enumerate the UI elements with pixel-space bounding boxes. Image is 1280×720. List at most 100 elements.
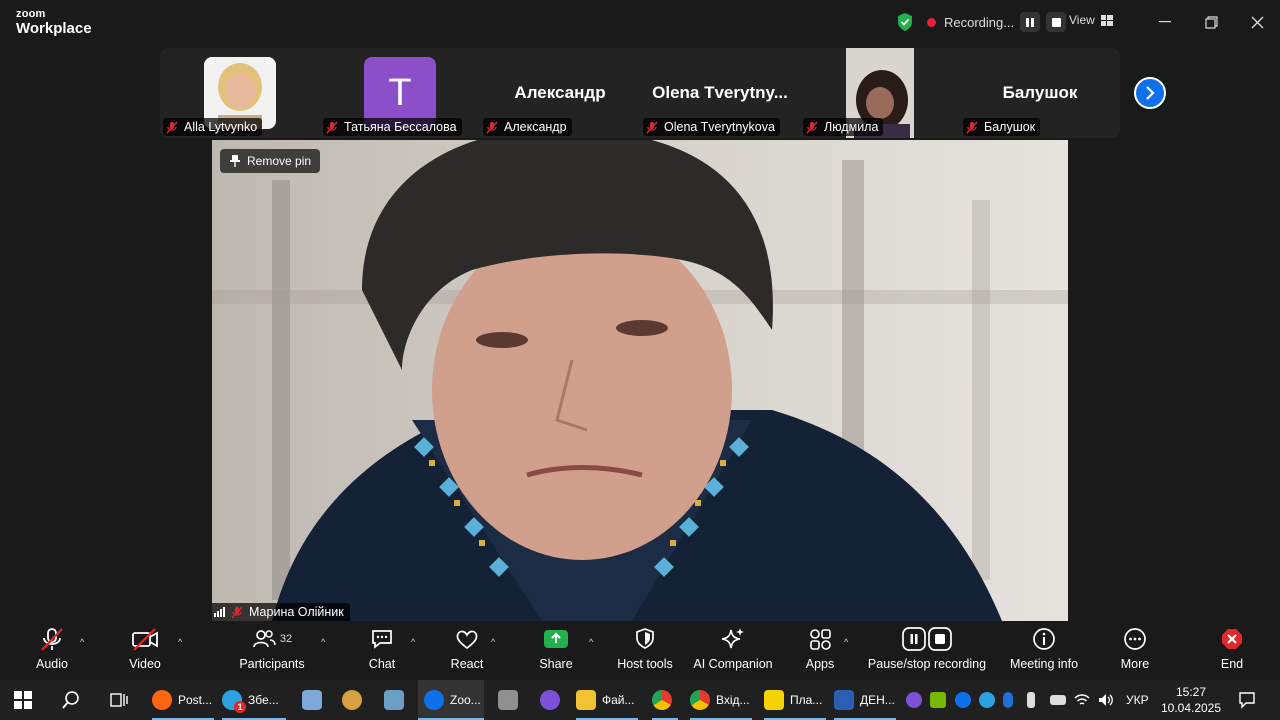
taskbar-app[interactable] (498, 680, 524, 720)
taskbar-app[interactable] (384, 680, 410, 720)
participants-button[interactable]: 32 Participants (239, 621, 305, 680)
participant-big-name: Александр (514, 83, 606, 102)
taskbar-app[interactable] (540, 680, 566, 720)
muted-mic-icon (806, 121, 818, 133)
pause-stop-recording-button[interactable]: Pause/stop recording (866, 621, 988, 680)
participant-tile[interactable]: Балушок Балушок (960, 48, 1120, 138)
participants-count: 32 (279, 633, 293, 645)
system-clock[interactable]: 15:27 10.04.2025 (1158, 684, 1224, 716)
muted-microphone-icon (41, 628, 63, 651)
taskbar-app-label: ДЕН... (860, 693, 895, 707)
apps-options-caret-icon[interactable]: ^ (844, 637, 848, 647)
end-meeting-button[interactable]: End (1218, 621, 1246, 680)
speaker-name: Марина Олійник (249, 605, 344, 619)
clock-time: 15:27 (1175, 685, 1207, 699)
nvidia-tray-icon[interactable] (930, 692, 946, 708)
muted-mic-icon (326, 121, 338, 133)
participant-label: Татьяна Бессалова (323, 118, 462, 136)
host-tools-button[interactable]: Host tools (615, 621, 675, 680)
close-icon (1251, 16, 1263, 28)
taskbar-app[interactable] (652, 680, 678, 720)
taskbar-app[interactable]: 1 Збе... (222, 680, 286, 720)
viber-icon (540, 690, 560, 710)
video-button[interactable]: Video (126, 621, 164, 680)
heart-icon (456, 630, 478, 650)
participant-name: Людмила (824, 120, 879, 134)
more-label: More (1120, 657, 1150, 671)
title-bar: zoom Workplace Recording... View (0, 0, 1280, 44)
battery-icon[interactable] (1050, 695, 1066, 705)
zoom-tray-icon[interactable] (955, 692, 971, 708)
minimize-button[interactable] (1153, 10, 1177, 34)
meeting-info-button[interactable]: Meeting info (1006, 621, 1082, 680)
task-view-button[interactable] (110, 680, 128, 720)
security-shield-icon[interactable] (896, 12, 914, 32)
zoom-logo: zoom Workplace (16, 9, 92, 37)
muted-mic-icon (486, 121, 498, 133)
active-speaker-video (212, 140, 1068, 621)
ai-companion-button[interactable]: AI Companion (692, 621, 774, 680)
share-options-caret-icon[interactable]: ^ (589, 637, 593, 647)
clock-date: 10.04.2025 (1160, 701, 1222, 715)
share-button[interactable]: Share (538, 621, 574, 680)
volume-icon[interactable] (1098, 692, 1114, 708)
minimize-icon (1159, 21, 1171, 23)
wifi-icon[interactable] (1074, 692, 1090, 708)
chrome-icon (652, 690, 672, 710)
participant-name: Балушок (984, 120, 1036, 134)
stop-recording-button[interactable] (1046, 12, 1067, 32)
participant-big-name: Olena Tverytny... (652, 83, 788, 102)
taskbar-app-label: Збе... (248, 693, 279, 707)
video-options-caret-icon[interactable]: ^ (178, 637, 182, 647)
video-label: Video (129, 657, 161, 671)
taskbar-app[interactable]: Пла... (764, 680, 826, 720)
restore-button[interactable] (1199, 10, 1223, 34)
apps-button[interactable]: Apps (804, 621, 836, 680)
close-window-button[interactable] (1245, 10, 1269, 34)
taskbar-app[interactable]: Post... (152, 680, 214, 720)
next-participants-button[interactable] (1134, 77, 1166, 109)
telegram-tray-icon[interactable] (979, 692, 995, 708)
react-button[interactable]: React (449, 621, 485, 680)
muted-mic-icon (646, 121, 658, 133)
participant-tile[interactable]: Olena Tverytny... Olena Tverytnykova (640, 48, 800, 138)
audio-label: Audio (36, 657, 68, 671)
grid-view-icon (1100, 14, 1113, 26)
participant-tile[interactable]: T Татьяна Бессалова (320, 48, 480, 138)
search-button[interactable] (62, 680, 80, 720)
participant-label: Alla Lytvynko (163, 118, 263, 136)
taskbar-app[interactable]: ДЕН... (834, 680, 896, 720)
file-explorer-icon (576, 690, 596, 710)
participants-options-caret-icon[interactable]: ^ (321, 637, 325, 647)
pause-recording-button[interactable] (1020, 12, 1041, 32)
participant-tile[interactable]: Александр Александр (480, 48, 640, 138)
taskbar-app[interactable] (302, 680, 328, 720)
speaker-name-label: Марина Олійник (212, 603, 350, 621)
remove-pin-button[interactable]: Remove pin (220, 149, 321, 173)
bluetooth-icon[interactable] (1003, 692, 1013, 708)
audio-button[interactable]: Audio (34, 621, 70, 680)
chat-options-caret-icon[interactable]: ^ (411, 637, 415, 647)
participant-tile[interactable]: Людмила (800, 48, 960, 138)
view-button[interactable]: View (1069, 13, 1113, 27)
start-button[interactable] (14, 680, 32, 720)
windows-taskbar: Post... 1 Збе... Zoo... Фай... Вхід... П… (0, 680, 1280, 720)
taskbar-app[interactable]: Фай... (576, 680, 638, 720)
search-icon (62, 691, 79, 709)
recording-dot-icon (927, 17, 936, 27)
input-language-indicator[interactable]: УКР (1126, 680, 1149, 720)
audio-options-caret-icon[interactable]: ^ (80, 637, 84, 647)
chat-button[interactable]: Chat (366, 621, 398, 680)
react-options-caret-icon[interactable]: ^ (491, 637, 495, 647)
muted-mic-icon (966, 121, 978, 133)
more-button[interactable]: More (1118, 621, 1152, 680)
share-screen-icon (544, 630, 568, 648)
participant-tile[interactable]: Alla Lytvynko (160, 48, 320, 138)
taskbar-app[interactable]: Вхід... (690, 680, 752, 720)
participant-label: Балушок (963, 118, 1041, 136)
usb-drive-icon[interactable] (1027, 692, 1035, 708)
taskbar-app-zoom[interactable]: Zoo... (418, 680, 484, 720)
taskbar-app[interactable] (342, 680, 368, 720)
viber-tray-icon[interactable] (906, 692, 922, 708)
notification-center-icon[interactable] (1238, 691, 1256, 709)
